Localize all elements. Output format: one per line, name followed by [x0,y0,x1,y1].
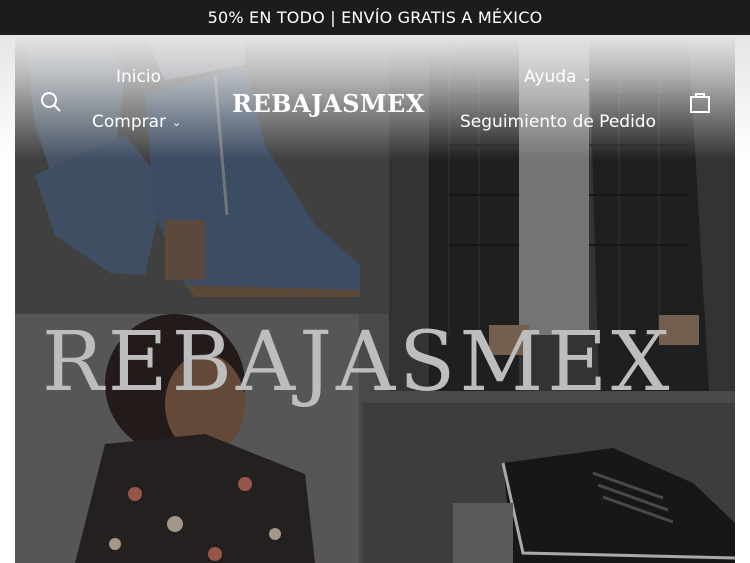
bag-icon[interactable] [688,90,712,114]
nav-item-label: Comprar [92,112,167,132]
announcement-text: 50% EN TODO | ENVÍO GRATIS A MÉXICO [207,8,543,27]
nav-item-label: Inicio [116,67,161,87]
chevron-down-icon: ⌄ [582,70,592,84]
nav-item-label: Ayuda [524,67,577,87]
nav-item-seguimiento[interactable]: Seguimiento de Pedido [460,112,656,132]
nav-item-label: Seguimiento de Pedido [460,112,656,132]
chevron-down-icon: ⌄ [172,115,182,129]
nav-item-ayuda[interactable]: Ayuda ⌄ [524,67,592,87]
search-icon[interactable] [39,90,63,114]
nav-item-inicio[interactable]: Inicio [116,67,161,87]
site-logo[interactable]: REBAJASMEX [232,89,425,118]
announcement-bar: 50% EN TODO | ENVÍO GRATIS A MÉXICO [0,0,750,35]
hero-watermark: REBAJASMEX [42,315,674,410]
nav-item-comprar[interactable]: Comprar ⌄ [92,112,181,132]
